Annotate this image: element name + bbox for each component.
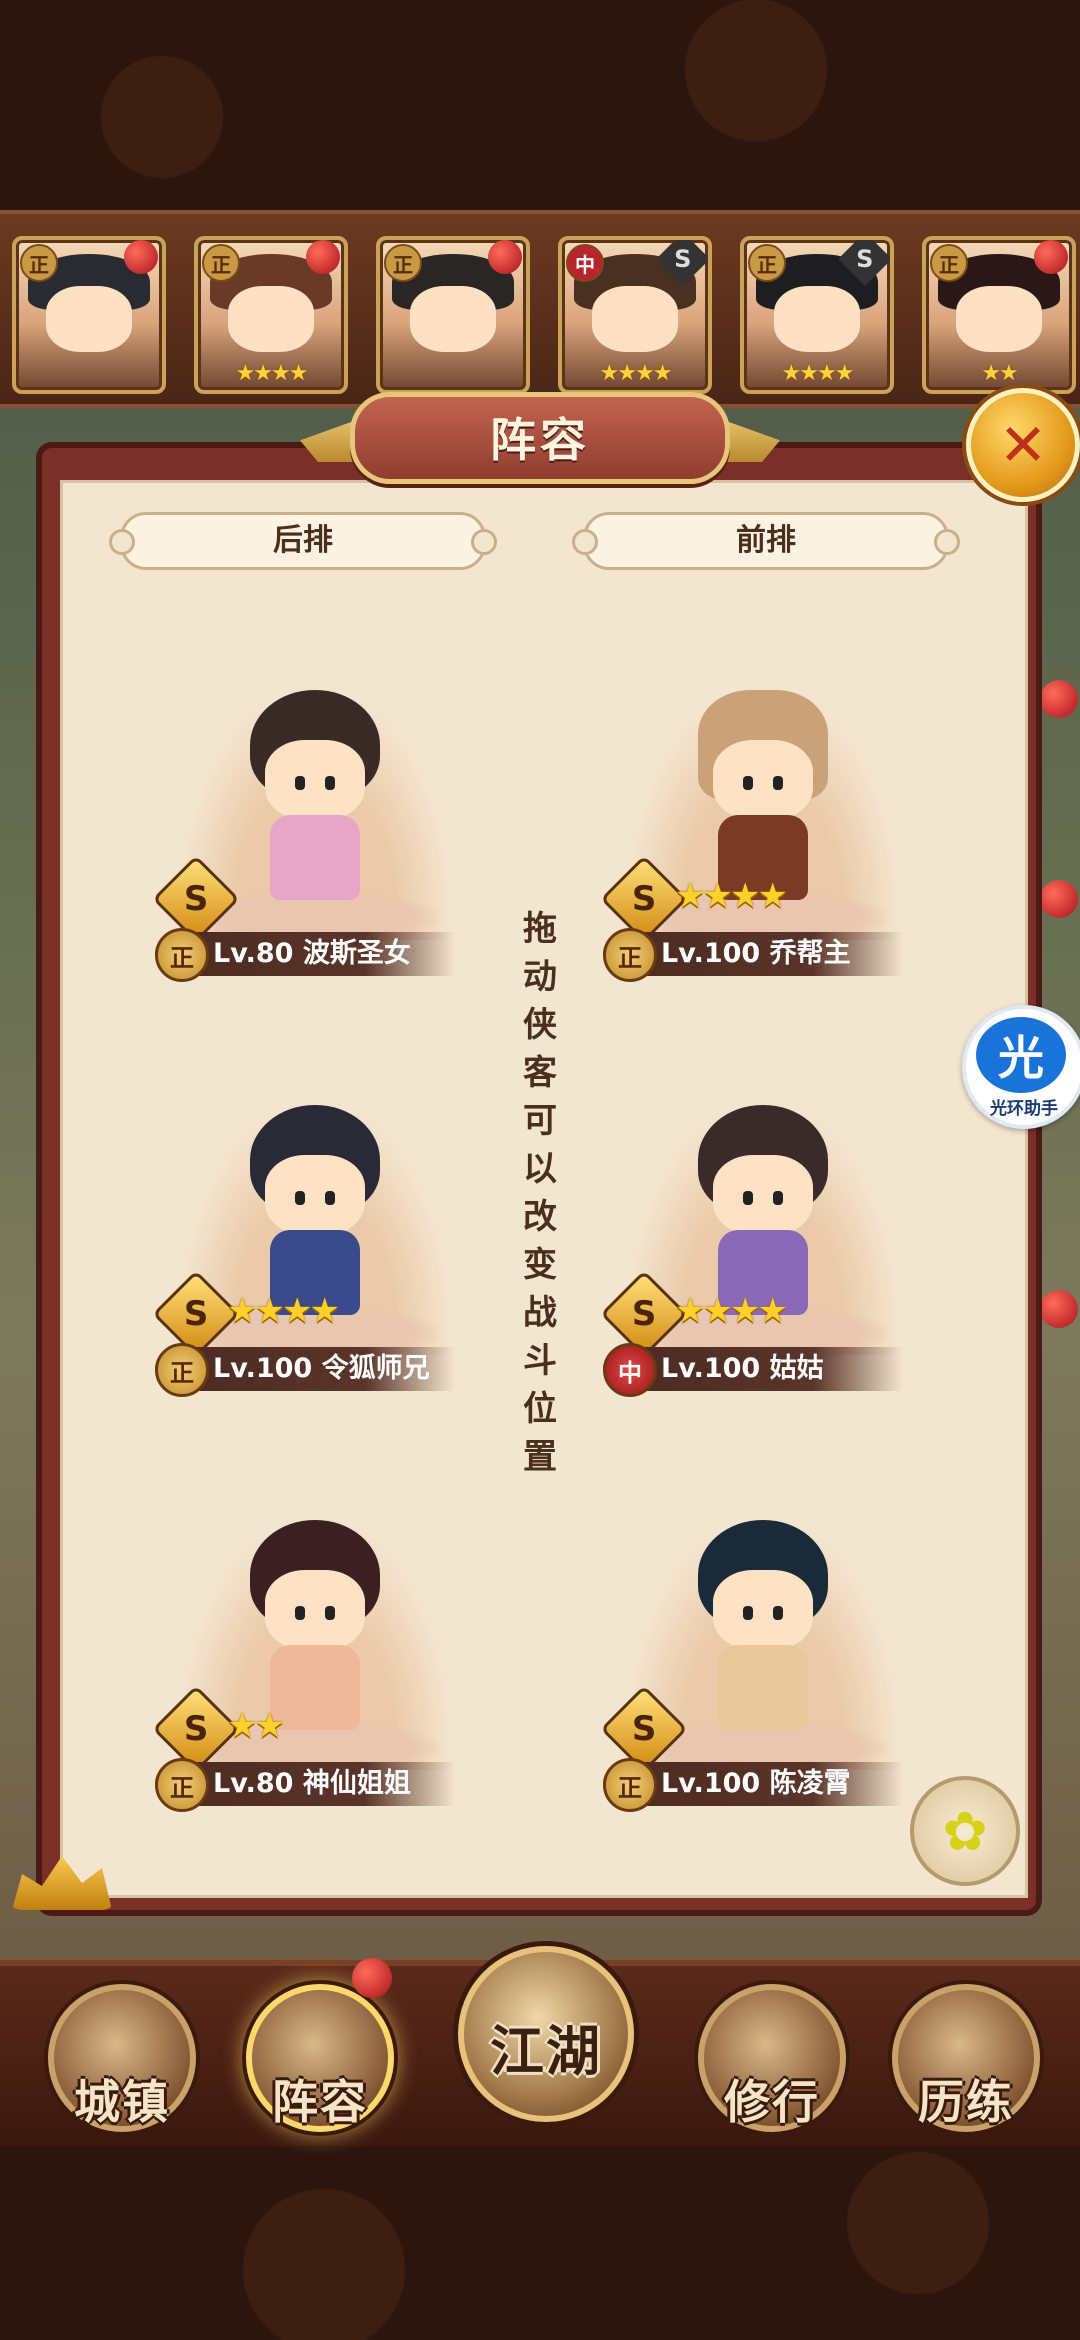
roster-portrait-1[interactable]: 正 bbox=[12, 236, 166, 394]
flower-icon: ✿ bbox=[942, 1799, 988, 1863]
faction-badge: 正 bbox=[20, 244, 58, 282]
nav-town[interactable]: 城镇 bbox=[48, 1984, 196, 2132]
hero-name: Lv.80 波斯圣女 bbox=[213, 938, 411, 969]
hero-slot-front-1[interactable]: S ★★★★ 正 Lv.100 乔帮主 bbox=[583, 660, 943, 990]
notification-dot bbox=[124, 240, 158, 274]
hero-slot-front-2[interactable]: S ★★★★ 中 Lv.100 姑姑 bbox=[583, 1075, 943, 1405]
nav-jianghu[interactable]: 江湖 bbox=[458, 1946, 634, 2122]
hero-slot-back-1[interactable]: S 正 Lv.80 波斯圣女 bbox=[135, 660, 495, 990]
faction-badge: 正 bbox=[155, 1343, 209, 1397]
assistant-label: 光环助手 bbox=[990, 1099, 1058, 1119]
hero-figure bbox=[688, 1520, 838, 1740]
hero-name-bar: 正 Lv.100 令狐师兄 bbox=[155, 1343, 455, 1397]
roster-portrait-6[interactable]: 正 ★★ bbox=[922, 236, 1076, 394]
hero-name: Lv.100 令狐师兄 bbox=[213, 1353, 430, 1384]
roster-portrait-4[interactable]: 中 S ★★★★ bbox=[558, 236, 712, 394]
hero-name-bar: 中 Lv.100 姑姑 bbox=[603, 1343, 903, 1397]
faction-badge: 中 bbox=[566, 244, 604, 282]
hero-slot-back-2[interactable]: S ★★★★ 正 Lv.100 令狐师兄 bbox=[135, 1075, 495, 1405]
side-notification-dot bbox=[1040, 1290, 1078, 1328]
faction-badge: 正 bbox=[202, 244, 240, 282]
nav-training[interactable]: 修行 bbox=[698, 1984, 846, 2132]
flower-petal-button[interactable]: ✿ bbox=[910, 1776, 1020, 1886]
hero-name: Lv.100 姑姑 bbox=[661, 1353, 824, 1384]
star-rating: ★★ bbox=[227, 1706, 285, 1746]
assistant-float-button[interactable]: 光 光环助手 bbox=[962, 1005, 1080, 1129]
hero-name: Lv.100 陈凌霄 bbox=[661, 1768, 851, 1799]
assistant-icon: 光 bbox=[976, 1017, 1066, 1093]
roster-portrait-2[interactable]: 正 ★★★★ bbox=[194, 236, 348, 394]
notification-dot bbox=[488, 240, 522, 274]
faction-badge: 正 bbox=[930, 244, 968, 282]
hero-name-bar: 正 Lv.80 波斯圣女 bbox=[155, 928, 455, 982]
roster-portrait-3[interactable]: 正 bbox=[376, 236, 530, 394]
hero-slot-back-3[interactable]: S ★★ 正 Lv.80 神仙姐姐 bbox=[135, 1490, 495, 1820]
hero-roster-strip: 正 正 ★★★★ 正 中 S ★★★★ 正 S ★★★★ 正 ★★ bbox=[0, 210, 1080, 408]
hero-name: Lv.80 神仙姐姐 bbox=[213, 1768, 411, 1799]
faction-badge: 正 bbox=[155, 1758, 209, 1812]
hero-slot-front-3[interactable]: S 正 Lv.100 陈凌霄 bbox=[583, 1490, 943, 1820]
faction-badge: 正 bbox=[155, 928, 209, 982]
back-row-header: 后排 bbox=[109, 512, 497, 570]
hero-name-bar: 正 Lv.80 神仙姐姐 bbox=[155, 1758, 455, 1812]
close-button[interactable]: ✕ bbox=[966, 388, 1080, 502]
star-rating: ★★★★ bbox=[227, 1291, 340, 1331]
faction-badge: 正 bbox=[603, 928, 657, 982]
side-notification-dot bbox=[1040, 880, 1078, 918]
hero-name: Lv.100 乔帮主 bbox=[661, 938, 851, 969]
panel-title: 阵容 bbox=[490, 413, 590, 467]
star-rating: ★★ bbox=[981, 361, 1018, 386]
drag-hint-text: 拖动侠客可以改变战斗位置 bbox=[523, 909, 557, 1477]
star-rating: ★★★★ bbox=[675, 876, 788, 916]
nav-trials[interactable]: 历练 bbox=[892, 1984, 1040, 2132]
notification-dot bbox=[1034, 240, 1068, 274]
nav-lineup[interactable]: 阵容 bbox=[246, 1984, 394, 2132]
notification-dot bbox=[306, 240, 340, 274]
faction-badge: 正 bbox=[384, 244, 422, 282]
faction-badge: 中 bbox=[603, 1343, 657, 1397]
close-icon: ✕ bbox=[998, 411, 1048, 479]
star-rating: ★★★★ bbox=[675, 1291, 788, 1331]
faction-badge: 正 bbox=[748, 244, 786, 282]
bottom-nav: 城镇 阵容 江湖 修行 历练 bbox=[0, 1946, 1080, 2146]
side-notification-dot bbox=[1040, 680, 1078, 718]
roster-portrait-5[interactable]: 正 S ★★★★ bbox=[740, 236, 894, 394]
hero-name-bar: 正 Lv.100 乔帮主 bbox=[603, 928, 903, 982]
hero-figure bbox=[240, 690, 390, 910]
front-row-header: 前排 bbox=[572, 512, 960, 570]
panel-title-banner: 阵容 bbox=[300, 382, 780, 484]
notification-dot bbox=[352, 1958, 392, 1998]
faction-badge: 正 bbox=[603, 1758, 657, 1812]
hero-name-bar: 正 Lv.100 陈凌霄 bbox=[603, 1758, 903, 1812]
